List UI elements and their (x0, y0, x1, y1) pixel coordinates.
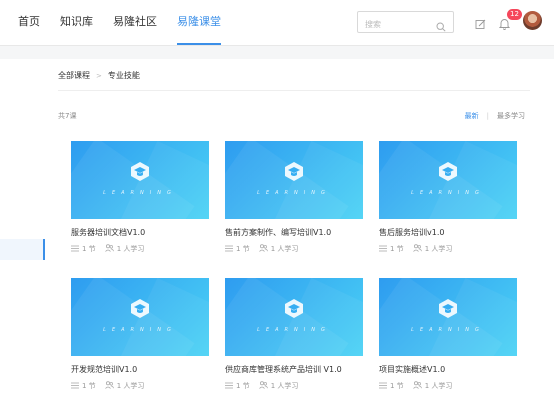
course-meta: 1 节 1 人学习 (225, 244, 363, 254)
course-thumbnail[interactable]: LEARNING (225, 141, 363, 219)
search-icon[interactable] (436, 17, 446, 36)
nav-community[interactable]: 易隆社区 (113, 0, 157, 46)
course-lessons: 1 节 (82, 245, 96, 253)
sort-latest[interactable]: 最新 (465, 111, 479, 121)
course-title[interactable]: 开发规范培训V1.0 (71, 364, 209, 375)
course-thumbnail[interactable]: LEARNING (225, 278, 363, 356)
course-card[interactable]: LEARNING 开发规范培训V1.0 1 节 1 人学习 (71, 278, 209, 406)
course-title[interactable]: 供应商库管理系统产品培训 V1.0 (225, 364, 363, 375)
nav-home[interactable]: 首页 (18, 0, 40, 46)
users-icon (258, 244, 268, 254)
graduation-cap-icon (283, 297, 305, 325)
sort-options: 最新 | 最多学习 (465, 111, 525, 121)
users-icon (104, 381, 114, 391)
users-icon (104, 244, 114, 254)
course-thumbnail[interactable]: LEARNING (379, 278, 517, 356)
search-box (357, 11, 454, 36)
graduation-cap-icon (437, 160, 459, 188)
course-students: 1 人学习 (116, 382, 145, 390)
course-title[interactable]: 售后服务培训v1.0 (379, 227, 517, 238)
course-lessons: 1 节 (390, 382, 404, 390)
thumbnail-caption: LEARNING (257, 327, 331, 333)
course-title[interactable]: 项目实施概述V1.0 (379, 364, 517, 375)
course-students: 1 人学习 (424, 245, 453, 253)
course-card[interactable]: LEARNING 服务器培训文档V1.0 1 节 1 人学习 (71, 141, 209, 269)
course-meta: 1 节 1 人学习 (71, 381, 209, 391)
sort-separator: | (486, 112, 489, 120)
course-thumbnail[interactable]: LEARNING (379, 141, 517, 219)
course-students-wrap: 1 人学习 (104, 244, 145, 254)
breadcrumb-all-courses[interactable]: 全部课程 (58, 70, 90, 81)
thumbnail-caption: LEARNING (103, 190, 177, 196)
course-lessons: 1 节 (82, 382, 96, 390)
course-card[interactable]: LEARNING 项目实施概述V1.0 1 节 1 人学习 (379, 278, 517, 406)
sidebar-item-active[interactable] (0, 239, 45, 260)
thumbnail-caption: LEARNING (257, 190, 331, 196)
divider (58, 90, 530, 91)
graduation-cap-icon (437, 297, 459, 325)
course-lessons: 1 节 (236, 245, 250, 253)
course-students-wrap: 1 人学习 (104, 381, 145, 391)
course-students: 1 人学习 (270, 382, 299, 390)
graduation-cap-icon (129, 297, 151, 325)
course-students: 1 人学习 (270, 245, 299, 253)
list-icon (225, 245, 233, 254)
list-icon (71, 382, 79, 391)
course-students: 1 人学习 (116, 245, 145, 253)
course-title[interactable]: 服务器培训文档V1.0 (71, 227, 209, 238)
breadcrumb-separator: > (96, 71, 102, 80)
sidebar (0, 59, 45, 412)
course-lessons: 1 节 (390, 245, 404, 253)
list-icon (71, 245, 79, 254)
course-thumbnail[interactable]: LEARNING (71, 141, 209, 219)
course-meta: 1 节 1 人学习 (379, 244, 517, 254)
graduation-cap-icon (283, 160, 305, 188)
breadcrumb: 全部课程 > 专业技能 (58, 70, 140, 81)
course-meta: 1 节 1 人学习 (379, 381, 517, 391)
main-nav: 首页 知识库 易隆社区 易隆课堂 (18, 0, 241, 46)
course-meta: 1 节 1 人学习 (225, 381, 363, 391)
users-icon (412, 381, 422, 391)
notification-badge: 12 (507, 9, 522, 20)
list-icon (379, 382, 387, 391)
course-card[interactable]: LEARNING 售前方案制作、编写培训V1.0 1 节 1 人学习 (225, 141, 363, 269)
edit-icon[interactable] (475, 15, 486, 34)
course-students-wrap: 1 人学习 (258, 244, 299, 254)
breadcrumb-current: 专业技能 (107, 71, 140, 80)
users-icon (258, 381, 268, 391)
course-card[interactable]: LEARNING 售后服务培训v1.0 1 节 1 人学习 (379, 141, 517, 269)
list-icon (379, 245, 387, 254)
nav-knowledge-base[interactable]: 知识库 (60, 0, 93, 46)
sort-most-studied[interactable]: 最多学习 (497, 111, 525, 121)
top-navbar: 首页 知识库 易隆社区 易隆课堂 12 (0, 0, 554, 46)
course-students-wrap: 1 人学习 (412, 381, 453, 391)
list-icon (225, 382, 233, 391)
avatar[interactable] (523, 11, 542, 30)
course-panel: 全部课程 > 专业技能 共7课 最新 | 最多学习 LEARNING 服务器培训… (45, 59, 554, 412)
course-students: 1 人学习 (424, 382, 453, 390)
graduation-cap-icon (129, 160, 151, 188)
users-icon (412, 244, 422, 254)
course-count: 共7课 (58, 112, 77, 120)
course-meta: 1 节 1 人学习 (71, 244, 209, 254)
course-title[interactable]: 售前方案制作、编写培训V1.0 (225, 227, 363, 238)
course-thumbnail[interactable]: LEARNING (71, 278, 209, 356)
course-students-wrap: 1 人学习 (258, 381, 299, 391)
thumbnail-caption: LEARNING (103, 327, 177, 333)
thumbnail-caption: LEARNING (411, 190, 485, 196)
course-lessons: 1 节 (236, 382, 250, 390)
course-students-wrap: 1 人学习 (412, 244, 453, 254)
search-input[interactable] (358, 14, 433, 35)
course-card[interactable]: LEARNING 供应商库管理系统产品培训 V1.0 1 节 1 人学习 (225, 278, 363, 406)
nav-classroom[interactable]: 易隆课堂 (177, 0, 221, 46)
thumbnail-caption: LEARNING (411, 327, 485, 333)
